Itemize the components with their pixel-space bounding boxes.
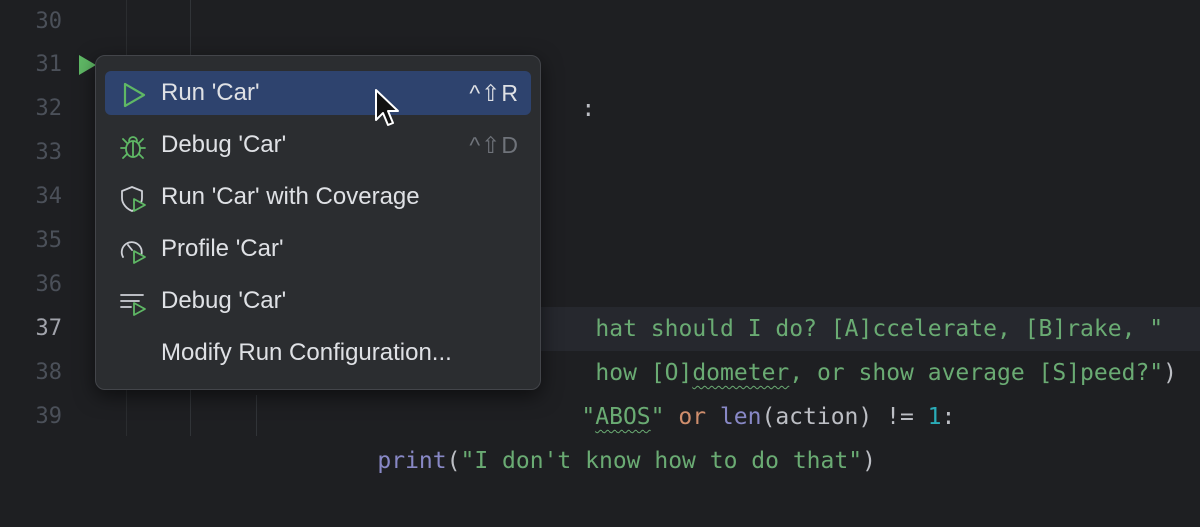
menu-item-debug-concurrency[interactable]: Debug 'Car' xyxy=(105,279,531,323)
gutter-run-icon[interactable] xyxy=(77,54,97,76)
code-line-36: hat should I do? [A]ccelerate, [B]rake, … xyxy=(540,263,1163,342)
code-number: 1 xyxy=(927,404,942,430)
run-popup-menu: Run 'Car' ^⇧R Debug 'Car' ^⇧D Run 'Car' … xyxy=(95,55,541,390)
code-line-37: how [O]dometer, or show average [S]peed?… xyxy=(540,307,1177,386)
profiler-gauge-icon xyxy=(120,241,146,264)
line-number: 36 xyxy=(35,272,63,297)
menu-item-debug[interactable]: Debug 'Car' ^⇧D xyxy=(105,123,531,167)
menu-item-label: Debug 'Car' xyxy=(161,131,287,158)
mouse-pointer-icon xyxy=(375,89,399,126)
menu-item-run[interactable]: Run 'Car' ^⇧R xyxy=(105,71,531,115)
code-token: : xyxy=(941,404,956,430)
code-line-38: "ABOS" or len(action) != 1: xyxy=(526,351,955,430)
code-token: ( xyxy=(446,448,461,474)
code-token: ) xyxy=(862,448,876,474)
line-number: 38 xyxy=(35,360,63,385)
concurrency-diagram-icon xyxy=(120,294,146,316)
line-number: 30 xyxy=(35,9,63,34)
menu-item-label: Run 'Car' with Coverage xyxy=(161,183,420,210)
menu-item-run-with-coverage[interactable]: Run 'Car' with Coverage xyxy=(105,175,531,219)
line-number: 32 xyxy=(35,96,63,121)
menu-item-label: Profile 'Car' xyxy=(161,235,284,262)
line-number: 31 xyxy=(35,52,63,77)
coverage-shield-icon xyxy=(121,186,146,212)
line-number-current: 37 xyxy=(35,316,63,341)
menu-item-label: Run 'Car' xyxy=(161,79,260,106)
code-token: ) xyxy=(1163,360,1177,386)
menu-item-shortcut: ^⇧D xyxy=(469,132,519,158)
menu-item-label: Debug 'Car' xyxy=(161,287,287,314)
line-number: 34 xyxy=(35,184,63,209)
menu-item-modify-run-configuration[interactable]: Modify Run Configuration... xyxy=(105,331,531,375)
line-number: 35 xyxy=(35,228,63,253)
code-line-39: print("I don't know how to do that") xyxy=(322,395,876,474)
line-number: 33 xyxy=(35,140,63,165)
debug-bug-icon xyxy=(120,136,146,159)
code-token: : xyxy=(581,96,596,122)
indent-guide xyxy=(256,395,257,436)
code-string: "I don't know how to do that" xyxy=(460,448,863,474)
run-icon xyxy=(123,82,146,108)
menu-item-label: Modify Run Configuration... xyxy=(161,339,452,366)
menu-item-shortcut: ^⇧R xyxy=(469,80,519,106)
line-number: 39 xyxy=(35,404,63,429)
code-builtin: print xyxy=(377,448,447,474)
menu-item-profile[interactable]: Profile 'Car' xyxy=(105,227,531,271)
